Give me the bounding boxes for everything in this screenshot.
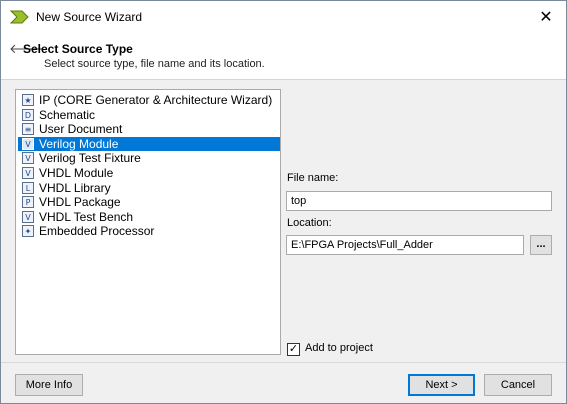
- list-item-ip-core[interactable]: ★ IP (CORE Generator & Architecture Wizar…: [18, 93, 280, 107]
- list-item-label: Schematic: [39, 107, 96, 122]
- close-icon: ✕: [539, 9, 553, 26]
- list-item-vhdl-testbench[interactable]: V VHDL Test Bench: [18, 210, 280, 224]
- list-item-verilog-test[interactable]: V Verilog Test Fixture: [18, 151, 280, 165]
- list-item-label: Embedded Processor: [39, 224, 155, 239]
- verilog-test-icon: V: [22, 152, 34, 165]
- list-item-vhdl-module[interactable]: V VHDL Module: [18, 166, 280, 180]
- list-item-label: User Document: [39, 122, 123, 137]
- wizard-body: ★ IP (CORE Generator & Architecture Wizar…: [1, 80, 566, 403]
- list-item-label: VHDL Test Bench: [39, 209, 134, 224]
- list-item-label: VHDL Module: [39, 166, 114, 180]
- add-to-project-checkbox[interactable]: ✓: [287, 343, 300, 356]
- file-name-input[interactable]: [286, 191, 552, 211]
- location-input[interactable]: [286, 235, 524, 255]
- list-item-label: VHDL Library: [39, 180, 111, 195]
- wizard-header: 🡐 Select Source Type Select source type,…: [1, 33, 566, 80]
- cancel-button[interactable]: Cancel: [484, 374, 552, 396]
- document-icon: ≡: [22, 123, 34, 136]
- add-to-project-label[interactable]: Add to project: [305, 342, 373, 354]
- vhdl-package-icon: P: [22, 196, 34, 209]
- title-bar: New Source Wizard ✕: [1, 1, 566, 33]
- new-source-wizard-window: New Source Wizard ✕ 🡐 Select Source Type…: [0, 0, 567, 404]
- page-title: Select Source Type: [23, 42, 133, 56]
- list-item-document[interactable]: ≡ User Document: [18, 122, 280, 136]
- wizard-app-icon: [10, 10, 29, 24]
- vhdl-testbench-icon: V: [22, 210, 34, 223]
- location-label: Location:: [287, 217, 332, 229]
- next-button[interactable]: Next >: [408, 374, 475, 396]
- list-item-embedded-processor[interactable]: ✦ Embedded Processor: [18, 224, 280, 238]
- window-title: New Source Wizard: [36, 10, 143, 24]
- list-item-vhdl-package[interactable]: P VHDL Package: [18, 195, 280, 209]
- list-item-label: IP (CORE Generator & Architecture Wizard…: [39, 93, 273, 107]
- more-info-button[interactable]: More Info: [15, 374, 83, 396]
- embedded-processor-icon: ✦: [22, 225, 34, 238]
- list-item-label: Verilog Module: [39, 136, 119, 151]
- browse-location-button[interactable]: ...: [530, 235, 552, 255]
- verilog-module-icon: V: [22, 137, 34, 150]
- list-item-schematic[interactable]: D Schematic: [18, 108, 280, 122]
- file-name-label: File name:: [287, 172, 339, 184]
- footer-divider: [1, 362, 566, 363]
- list-item-vhdl-library[interactable]: L VHDL Library: [18, 181, 280, 195]
- checkmark-icon: ✓: [288, 343, 299, 355]
- list-item-label: Verilog Test Fixture: [39, 151, 141, 166]
- list-item-label: VHDL Package: [39, 195, 121, 210]
- ip-core-icon: ★: [22, 94, 34, 106]
- source-type-list[interactable]: ★ IP (CORE Generator & Architecture Wizar…: [15, 89, 281, 355]
- list-item-verilog-module[interactable]: V Verilog Module: [18, 136, 280, 151]
- schematic-icon: D: [22, 108, 34, 121]
- vhdl-library-icon: L: [22, 181, 34, 194]
- vhdl-module-icon: V: [22, 167, 34, 179]
- close-button[interactable]: ✕: [526, 1, 566, 33]
- page-subtitle: Select source type, file name and its lo…: [44, 58, 265, 70]
